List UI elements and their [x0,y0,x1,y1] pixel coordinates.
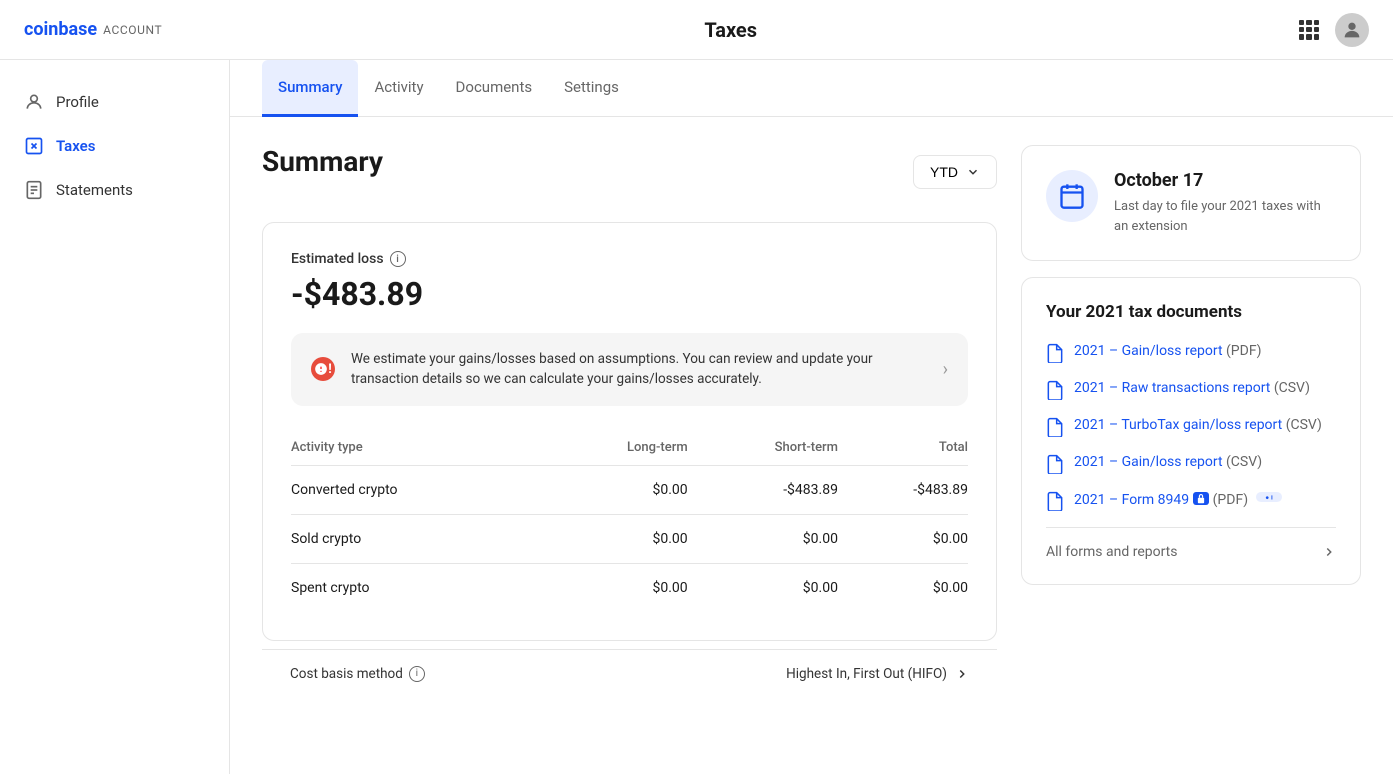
doc-suffix: (CSV) [1226,454,1262,470]
col-long-term: Long-term [544,430,688,466]
estimated-loss-info-icon[interactable]: i [390,251,406,267]
cost-basis-row[interactable]: Cost basis method i Highest In, First Ou… [262,649,997,698]
profile-icon [24,92,44,112]
logo: coinbase ACCOUNT [24,19,162,40]
cell-long-term: $0.00 [544,514,688,563]
doc-item-gain-loss-pdf[interactable]: 2021 – Gain/loss report (PDF) [1046,342,1336,363]
tab-settings[interactable]: Settings [548,60,635,117]
cell-long-term: $0.00 [544,465,688,514]
doc-item-gain-loss-csv[interactable]: 2021 – Gain/loss report (CSV) [1046,453,1336,474]
top-nav: coinbase ACCOUNT Taxes [0,0,1393,60]
cost-basis-label: Cost basis method i [290,666,425,682]
left-panel: Summary YTD Estimated loss i -$483.89 [262,145,997,746]
date-card: October 17 Last day to file your 2021 ta… [1021,145,1361,261]
doc-link[interactable]: 2021 – Gain/loss report (CSV) [1074,453,1262,473]
loss-amount: -$483.89 [291,275,968,313]
cell-total: -$483.89 [838,465,968,514]
svg-text:● i: ● i [1265,495,1273,502]
col-total: Total [838,430,968,466]
ytd-label: YTD [930,164,958,180]
sidebar-taxes-label: Taxes [56,137,95,155]
doc-link[interactable]: 2021 – Form 8949 (PDF) ● i [1074,490,1282,511]
doc-item-turbotax[interactable]: 2021 – TurboTax gain/loss report (CSV) [1046,416,1336,437]
cost-basis-value: Highest In, First Out (HIFO) [786,666,969,682]
tabs-bar: Summary Activity Documents Settings [230,60,1393,117]
tab-activity[interactable]: Activity [358,60,439,117]
sidebar-statements-label: Statements [56,181,133,199]
doc-link[interactable]: 2021 – TurboTax gain/loss report (CSV) [1074,416,1322,436]
cell-total: $0.00 [838,514,968,563]
page-heading: Taxes [704,18,757,42]
doc-suffix: (PDF) [1226,343,1261,359]
lock-icon [1193,492,1209,505]
table-row: Spent crypto $0.00 $0.00 $0.00 [291,563,968,612]
warning-icon: ! [311,357,335,381]
tax-docs-title: Your 2021 tax documents [1046,302,1336,322]
ytd-selector-button[interactable]: YTD [913,155,997,189]
all-reports-label: All forms and reports [1046,544,1177,560]
doc-list: 2021 – Gain/loss report (PDF) 2021 – Raw… [1046,342,1336,511]
top-nav-right [1299,13,1369,47]
taxes-icon [24,136,44,156]
doc-link[interactable]: 2021 – Gain/loss report (PDF) [1074,342,1261,362]
sidebar: Profile Taxes Statements [0,60,230,774]
cell-short-term: $0.00 [688,563,838,612]
cell-short-term: $0.00 [688,514,838,563]
page-title: Summary [262,145,383,178]
sidebar-item-statements[interactable]: Statements [0,168,229,212]
doc-suffix: (CSV) [1274,380,1310,396]
user-avatar[interactable] [1335,13,1369,47]
cell-total: $0.00 [838,563,968,612]
cell-activity-type: Spent crypto [291,563,544,612]
logo-account: ACCOUNT [103,23,162,37]
doc-suffix: (PDF) [1213,492,1248,508]
doc-item-form-8949[interactable]: 2021 – Form 8949 (PDF) ● i [1046,490,1336,511]
date-title: October 17 [1114,170,1336,191]
all-reports-link[interactable]: All forms and reports [1046,527,1336,560]
tab-summary[interactable]: Summary [262,60,358,117]
table-row: Converted crypto $0.00 -$483.89 -$483.89 [291,465,968,514]
estimated-loss-label: Estimated loss i [291,251,968,267]
summary-card: Estimated loss i -$483.89 ! We estimate … [262,222,997,641]
summary-header: Summary YTD [262,145,997,198]
content-area: Summary Activity Documents Settings Summ… [230,60,1393,774]
logo-brand: coinbase [24,19,97,40]
grid-menu-icon[interactable] [1299,20,1319,40]
sidebar-profile-label: Profile [56,93,99,111]
col-short-term: Short-term [688,430,838,466]
warning-text: We estimate your gains/losses based on a… [351,349,927,390]
tab-documents[interactable]: Documents [440,60,549,117]
right-panel: October 17 Last day to file your 2021 ta… [1021,145,1361,746]
sidebar-item-taxes[interactable]: Taxes [0,124,229,168]
cost-basis-info-icon[interactable]: i [409,666,425,682]
table-row: Sold crypto $0.00 $0.00 $0.00 [291,514,968,563]
cell-activity-type: Converted crypto [291,465,544,514]
sidebar-item-profile[interactable]: Profile [0,80,229,124]
premium-info-icon[interactable]: ● i [1256,490,1282,504]
page-content: Summary YTD Estimated loss i -$483.89 [230,117,1393,774]
doc-item-raw-transactions[interactable]: 2021 – Raw transactions report (CSV) [1046,379,1336,400]
activity-table: Activity type Long-term Short-term Total… [291,430,968,612]
date-description: Last day to file your 2021 taxes with an… [1114,197,1336,236]
warning-chevron-icon: › [943,359,948,380]
cell-long-term: $0.00 [544,563,688,612]
date-card-content: October 17 Last day to file your 2021 ta… [1114,170,1336,236]
doc-link[interactable]: 2021 – Raw transactions report (CSV) [1074,379,1310,399]
tax-docs-card: Your 2021 tax documents 2021 – Gain/loss… [1021,277,1361,585]
main-layout: Profile Taxes Statements Summary Activit… [0,60,1393,774]
cell-short-term: -$483.89 [688,465,838,514]
statements-icon [24,180,44,200]
calendar-icon [1046,170,1098,222]
doc-suffix: (CSV) [1286,417,1322,433]
warning-banner[interactable]: ! We estimate your gains/losses based on… [291,333,968,406]
col-activity-type: Activity type [291,430,544,466]
cell-activity-type: Sold crypto [291,514,544,563]
